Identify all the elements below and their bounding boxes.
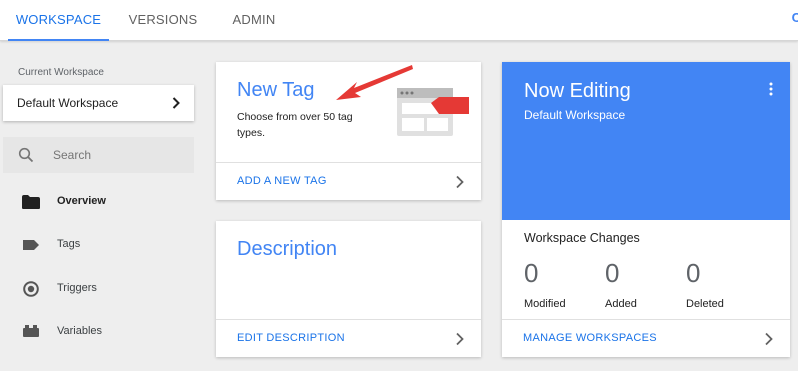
chevron-right-icon [172,97,180,109]
sidebar-item-overview[interactable]: Overview [0,187,200,217]
chevron-right-icon [765,332,773,346]
sidebar-item-label: Triggers [57,282,97,294]
truncated-edge-text: C [791,10,798,25]
chevron-right-icon [456,175,464,189]
stat-label: Added [605,298,637,310]
sidebar-item-triggers[interactable]: Triggers [0,274,200,304]
chevron-right-icon [456,332,464,346]
sidebar-item-label: Variables [57,325,103,337]
tab-workspace[interactable]: WORKSPACE [8,0,109,41]
description-footer[interactable]: EDIT DESCRIPTION [216,319,481,357]
new-tag-footer[interactable]: ADD A NEW TAG [216,162,481,200]
now-editing-workspace: Default Workspace [524,108,626,122]
search-input[interactable] [53,146,183,164]
manage-workspaces-link[interactable]: MANAGE WORKSPACES [523,332,657,344]
top-nav: WORKSPACE VERSIONS ADMIN C [0,0,798,41]
tab-admin-label: ADMIN [232,12,276,27]
tag-icon [23,240,39,250]
stat-deleted: 0 Deleted [686,258,724,310]
now-editing-header: Now Editing Default Workspace [502,62,790,220]
trigger-icon [23,281,39,297]
manage-workspaces-footer[interactable]: MANAGE WORKSPACES [502,319,790,357]
edit-description-link[interactable]: EDIT DESCRIPTION [237,332,345,344]
now-editing-card: Now Editing Default Workspace Workspace … [502,62,790,357]
new-tag-card: New Tag Choose from over 50 tag types. A… [216,62,481,200]
annotation-arrow-icon [336,65,413,100]
variables-icon [23,325,39,337]
add-new-tag-link[interactable]: ADD A NEW TAG [237,175,327,187]
stat-label: Deleted [686,298,724,310]
stat-value: 0 [686,258,701,288]
current-workspace-label: Current Workspace [18,67,104,78]
new-tag-title[interactable]: New Tag [237,79,314,102]
search-icon [18,147,34,163]
folder-icon [22,195,40,209]
stat-label: Modified [524,298,566,310]
workspace-name: Default Workspace [17,96,119,110]
search-box[interactable] [3,137,194,173]
now-editing-title: Now Editing [524,80,631,102]
sidebar-item-label: Overview [57,195,106,207]
stat-value: 0 [605,258,620,288]
workspace-changes-label: Workspace Changes [524,231,640,245]
sidebar-item-variables[interactable]: Variables [0,317,200,347]
sidebar-item-label: Tags [57,238,81,250]
description-card: Description EDIT DESCRIPTION [216,221,481,357]
description-title: Description [237,238,338,260]
stat-value: 0 [524,258,539,288]
workspace-selector[interactable]: Default Workspace [3,85,194,121]
tab-versions-label: VERSIONS [128,12,198,27]
more-vert-icon[interactable] [769,82,773,96]
sidebar-item-tags[interactable]: Tags [0,230,200,260]
stat-modified: 0 Modified [524,258,566,310]
stat-added: 0 Added [605,258,637,310]
active-tab-indicator [8,39,109,41]
tab-admin[interactable]: ADMIN [219,0,289,41]
new-tag-description: Choose from over 50 tag types. [237,111,353,139]
tab-versions[interactable]: VERSIONS [117,0,209,41]
tab-workspace-label: WORKSPACE [15,12,102,27]
